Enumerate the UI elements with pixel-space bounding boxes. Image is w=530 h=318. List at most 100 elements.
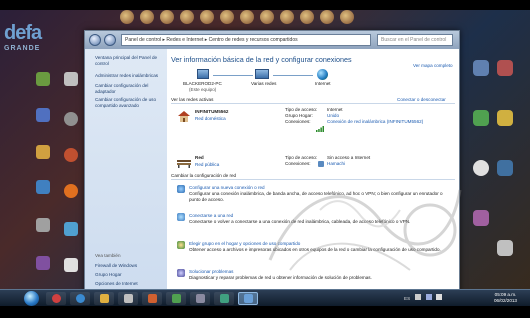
taskbar-app-button[interactable] bbox=[166, 292, 186, 305]
sidebar: Ventana principal del Panel de control A… bbox=[85, 49, 167, 293]
app-icon bbox=[219, 294, 229, 303]
sidebar-link-homegroup[interactable]: Grupo Hogar bbox=[95, 272, 163, 278]
sidebar-link-control-panel-home[interactable]: Ventana principal del Panel de control bbox=[95, 55, 163, 66]
connect-disconnect-link[interactable]: Conectar o desconectar bbox=[397, 97, 446, 102]
app-icon bbox=[195, 294, 205, 303]
desktop-icon[interactable] bbox=[473, 210, 489, 226]
access-type-value: Sin acceso a Internet bbox=[327, 155, 371, 160]
connect-network-icon bbox=[177, 213, 185, 221]
desktop-icon[interactable] bbox=[36, 72, 50, 86]
sidebar-link-advanced-sharing[interactable]: Cambiar configuración de uso compartido … bbox=[95, 97, 163, 108]
desktop-icon[interactable] bbox=[497, 110, 513, 126]
back-button[interactable] bbox=[89, 34, 101, 46]
network-name: INFINITUM5562 bbox=[195, 109, 229, 114]
taskbar-app-button[interactable] bbox=[94, 292, 114, 305]
app-icon bbox=[123, 294, 133, 303]
desktop-icon[interactable] bbox=[260, 10, 274, 24]
desktop-icon[interactable] bbox=[300, 10, 314, 24]
tray-volume-icon[interactable] bbox=[435, 294, 442, 300]
sidebar-link-internet-options[interactable]: Opciones de Internet bbox=[95, 281, 163, 287]
desktop-icon[interactable] bbox=[473, 160, 489, 176]
forward-button[interactable] bbox=[104, 34, 116, 46]
desktop-icon[interactable] bbox=[497, 60, 513, 76]
setup-connection-link[interactable]: Configurar una nueva conexión o red bbox=[189, 185, 265, 190]
taskbar-app-button[interactable] bbox=[214, 292, 234, 305]
control-panel-icon bbox=[243, 294, 253, 303]
wireless-signal-icon bbox=[316, 119, 324, 132]
troubleshoot-link[interactable]: Solucionar problemas bbox=[189, 269, 233, 274]
desktop-icon[interactable] bbox=[280, 10, 294, 24]
network-type-link[interactable]: Red doméstica bbox=[195, 116, 226, 121]
access-type-label: Tipo de acceso: bbox=[285, 155, 318, 160]
tray-flag-icon[interactable] bbox=[415, 294, 422, 300]
app-icon bbox=[147, 294, 157, 303]
desktop-icon[interactable] bbox=[320, 10, 334, 24]
desktop-icon[interactable] bbox=[473, 60, 489, 76]
sidebar-link-adapter-settings[interactable]: Cambiar configuración del adaptador bbox=[95, 83, 163, 94]
desktop-icon[interactable] bbox=[160, 10, 174, 24]
troubleshoot-icon bbox=[177, 269, 185, 277]
taskbar-app-button[interactable] bbox=[142, 292, 162, 305]
desktop-icon[interactable] bbox=[36, 256, 50, 270]
network-name: Red bbox=[195, 155, 204, 160]
connect-network-link[interactable]: Conectarse a una red bbox=[189, 213, 233, 218]
sidebar-link-firewall[interactable]: Firewall de Windows bbox=[95, 263, 163, 269]
homegroup-label: Grupo Hogar: bbox=[285, 113, 313, 118]
desktop-icon[interactable] bbox=[36, 108, 50, 122]
desktop-icon[interactable] bbox=[36, 180, 50, 194]
network-type-link[interactable]: Red pública bbox=[195, 162, 219, 167]
new-connection-icon bbox=[177, 185, 185, 193]
wireless-connection-link[interactable]: Conexión de red inalámbrica (INFINITUM55… bbox=[327, 119, 447, 125]
desktop-top-icons bbox=[120, 10, 450, 28]
network-center-window: Panel de control ▸ Redes e Internet ▸ Ce… bbox=[84, 30, 460, 294]
homegroup-sharing-desc: Obtener acceso a archivos e impresoras u… bbox=[189, 247, 441, 252]
desktop-icon[interactable] bbox=[120, 10, 134, 24]
star-icon[interactable] bbox=[64, 258, 78, 272]
desktop-icon[interactable] bbox=[36, 145, 50, 159]
taskbar-app-button[interactable] bbox=[190, 292, 210, 305]
taskbar-network-center-button[interactable] bbox=[238, 292, 258, 305]
connections-label: Conexiones: bbox=[285, 161, 311, 166]
folder-icon bbox=[99, 294, 109, 303]
desktop-icon[interactable] bbox=[497, 160, 513, 176]
hamachi-connection-link[interactable]: Hamachi bbox=[327, 161, 345, 166]
desktop-icon[interactable] bbox=[64, 222, 78, 236]
public-network-icon bbox=[177, 155, 191, 168]
desktop-icon[interactable] bbox=[64, 72, 78, 86]
desktop-icon[interactable] bbox=[64, 112, 78, 126]
desktop-icon[interactable] bbox=[240, 10, 254, 24]
taskbar-app-button[interactable] bbox=[118, 292, 138, 305]
desktop-icon[interactable] bbox=[36, 218, 50, 232]
desktop-icon[interactable] bbox=[140, 10, 154, 24]
logo-text: defa bbox=[4, 22, 42, 44]
desktop-icon[interactable] bbox=[340, 10, 354, 24]
setup-connection-desc: Configurar una conexión inalámbrica, de … bbox=[189, 191, 443, 202]
language-indicator[interactable]: ES bbox=[404, 296, 410, 301]
homegroup-value-link[interactable]: Unido bbox=[327, 113, 339, 118]
pc-subtitle: (Este equipo) bbox=[189, 87, 217, 92]
connect-network-desc: Conectarse o volver a conectarse a una c… bbox=[189, 219, 411, 224]
change-settings-heading: Cambiar la configuración de red bbox=[171, 173, 237, 178]
main-content: Ver información básica de la red y confi… bbox=[167, 49, 459, 293]
see-full-map-link[interactable]: Ver mapa completo bbox=[413, 63, 453, 68]
clock[interactable]: 05:09 a.m. 06/02/2013 bbox=[494, 292, 517, 304]
network-adapter-icon bbox=[318, 161, 324, 167]
address-bar[interactable]: Panel de control ▸ Redes e Internet ▸ Ce… bbox=[121, 34, 371, 46]
map-connector bbox=[213, 75, 253, 76]
desktop-icon[interactable] bbox=[497, 240, 513, 256]
homegroup-sharing-link[interactable]: Elegir grupo en el hogar y opciones de u… bbox=[189, 241, 300, 246]
tray-network-icon[interactable] bbox=[425, 294, 432, 300]
firefox-icon[interactable] bbox=[64, 184, 78, 198]
sidebar-link-manage-wireless[interactable]: Administrar redes inalámbricas bbox=[95, 73, 163, 79]
taskbar-app-button[interactable] bbox=[46, 292, 66, 305]
taskbar-app-button[interactable] bbox=[70, 292, 90, 305]
desktop-icon[interactable] bbox=[473, 110, 489, 126]
desktop-icon[interactable] bbox=[180, 10, 194, 24]
desktop-icon[interactable] bbox=[200, 10, 214, 24]
letterbox-top bbox=[0, 0, 530, 10]
desktop-icon[interactable] bbox=[220, 10, 234, 24]
search-input[interactable]: Buscar en el Panel de control bbox=[377, 34, 453, 46]
desktop-icon[interactable] bbox=[64, 148, 78, 162]
media-player-icon bbox=[51, 294, 61, 303]
start-button[interactable] bbox=[24, 291, 39, 306]
